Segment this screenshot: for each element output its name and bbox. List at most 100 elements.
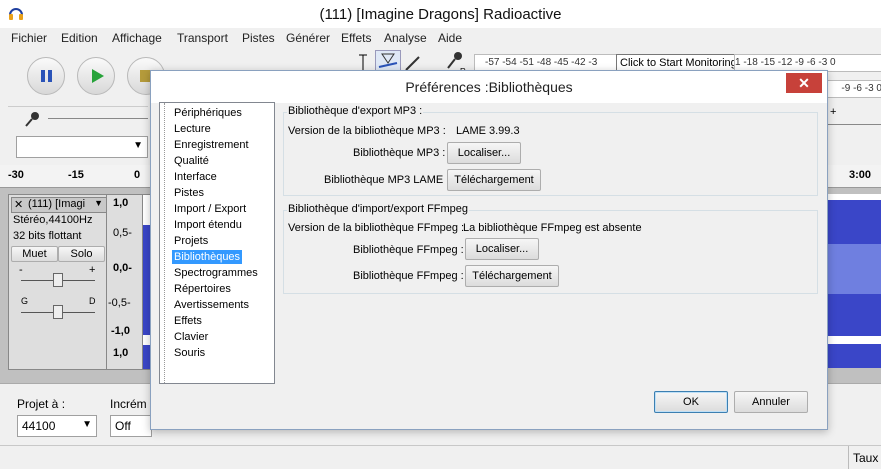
play-icon: [92, 69, 104, 83]
menu-aide[interactable]: Aide: [438, 31, 462, 45]
ok-button[interactable]: OK: [654, 391, 728, 413]
playback-speed-slider[interactable]: [826, 124, 881, 125]
nav-bibliotheques[interactable]: Bibliothèques: [172, 250, 243, 264]
track-control-panel: ✕ (111) [Imagi ▼ Stéréo,44100Hz 32 bits …: [8, 194, 108, 370]
scale-label: -0,5-: [108, 297, 131, 309]
mic-volume-row: [8, 106, 148, 131]
menu-affichage[interactable]: Affichage: [112, 31, 162, 45]
mute-button[interactable]: Muet: [11, 246, 58, 262]
mp3-group-label: Bibliothèque d'export MP3 :: [287, 105, 424, 117]
playback-meter-scale-text: -9 -6 -3 0: [841, 83, 881, 94]
nav-clavier[interactable]: Clavier: [172, 330, 210, 344]
snap-label: Incrém: [110, 397, 147, 411]
ffmpeg-lib-label: Bibliothèque FFmpeg :: [353, 244, 464, 256]
track-bitdepth: 32 bits flottant: [13, 230, 82, 242]
menu-pistes[interactable]: Pistes: [242, 31, 275, 45]
mp3-version-value: LAME 3.99.3: [456, 125, 520, 137]
window-title: (111) [Imagine Dragons] Radioactive: [319, 6, 562, 23]
gain-plus-label: +: [89, 264, 96, 276]
mp3-download-button[interactable]: Téléchargement: [447, 169, 541, 191]
nav-souris[interactable]: Souris: [172, 346, 207, 360]
ffmpeg-group-label: Bibliothèque d'import/export FFmpeg: [287, 203, 470, 215]
pan-right-label: D: [89, 296, 96, 306]
status-divider: [848, 446, 849, 469]
nav-peripheriques[interactable]: Périphériques: [172, 106, 244, 120]
pan-slider-thumb[interactable]: [53, 305, 63, 319]
mic-volume-slider[interactable]: [48, 118, 148, 119]
microphone-icon: [25, 112, 39, 127]
meter-scale-right-text: 1 -18 -15 -12 -9 -6 -3 0: [735, 57, 836, 68]
scale-label: 1,0: [113, 347, 129, 359]
nav-pistes[interactable]: Pistes: [172, 186, 206, 200]
ffmpeg-lib-label-2: Bibliothèque FFmpeg :: [353, 270, 464, 282]
close-icon[interactable]: ✕: [14, 198, 23, 211]
ffmpeg-version-value: La bibliothèque FFmpeg est absente: [463, 222, 642, 234]
nav-import-etendu[interactable]: Import étendu: [172, 218, 244, 232]
gain-slider-thumb[interactable]: [53, 273, 63, 287]
track-name: (111) [Imagi: [28, 198, 86, 210]
project-rate-select[interactable]: 44100 ▼: [17, 415, 97, 437]
nav-projets[interactable]: Projets: [172, 234, 210, 248]
ruler-tick: 3:00: [849, 169, 872, 181]
chevron-down-icon: ▼: [94, 198, 103, 208]
waveform-graphic: [826, 200, 881, 368]
speed-plus-icon: +: [830, 106, 837, 118]
nav-effets[interactable]: Effets: [172, 314, 204, 328]
title-bar: (111) [Imagine Dragons] Radioactive: [0, 0, 881, 28]
nav-enregistrement[interactable]: Enregistrement: [172, 138, 251, 152]
ffmpeg-locate-button[interactable]: Localiser...: [465, 238, 539, 260]
chevron-down-icon: ▼: [82, 419, 92, 430]
pan-left-label: G: [21, 296, 29, 306]
playback-meter-scale[interactable]: -9 -6 -3 0: [820, 80, 881, 98]
menu-edition[interactable]: Edition: [61, 31, 98, 45]
ruler-tick: -15: [68, 169, 84, 181]
ruler-tick: -30: [8, 169, 24, 181]
status-bar: Taux: [0, 445, 881, 469]
scale-label: 1,0: [113, 197, 129, 209]
track-format: Stéréo,44100Hz: [13, 214, 93, 226]
mp3-version-label: Version de la bibliothèque MP3 :: [288, 125, 446, 137]
snap-select[interactable]: Off: [110, 415, 152, 437]
dialog-title-bar: Préférences :Bibliothèques ✕: [151, 71, 827, 103]
play-button[interactable]: [77, 57, 115, 95]
dialog-title: Préférences :Bibliothèques: [405, 79, 573, 95]
preferences-nav-tree: Périphériques Lecture Enregistrement Qua…: [159, 102, 275, 384]
host-select[interactable]: ▼: [16, 136, 148, 158]
menu-bar: Fichier Edition Affichage Transport Pist…: [0, 28, 881, 49]
menu-fichier[interactable]: Fichier: [11, 31, 47, 45]
gain-minus-label: -: [19, 264, 23, 276]
preferences-dialog: Préférences :Bibliothèques ✕ Périphériqu…: [150, 70, 828, 430]
scale-label: 0,5-: [113, 227, 132, 239]
mp3-lame-label: Bibliothèque MP3 LAME :: [324, 174, 450, 186]
menu-effets[interactable]: Effets: [341, 31, 371, 45]
menu-transport[interactable]: Transport: [177, 31, 228, 45]
pause-button[interactable]: [27, 57, 65, 95]
nav-avertissements[interactable]: Avertissements: [172, 298, 251, 312]
chevron-down-icon: ▼: [133, 140, 143, 151]
vertical-scale: 1,0 0,5- 0,0- -0,5- -1,0 1,0: [106, 194, 144, 370]
status-rate: Taux: [853, 451, 879, 465]
nav-lecture[interactable]: Lecture: [172, 122, 213, 136]
ffmpeg-download-button[interactable]: Téléchargement: [465, 265, 559, 287]
solo-button[interactable]: Solo: [58, 246, 105, 262]
tree-line: [164, 103, 166, 383]
nav-qualite[interactable]: Qualité: [172, 154, 211, 168]
scale-label: 0,0-: [113, 262, 132, 274]
meter-scale-text: -57 -54 -51 -48 -45 -42 -3: [485, 57, 598, 68]
scale-label: -1,0: [111, 325, 130, 337]
nav-spectrogrammes[interactable]: Spectrogrammes: [172, 266, 260, 280]
cancel-button[interactable]: Annuler: [734, 391, 808, 413]
nav-repertoires[interactable]: Répertoires: [172, 282, 233, 296]
waveform-right[interactable]: [826, 194, 881, 368]
menu-analyse[interactable]: Analyse: [384, 31, 427, 45]
nav-import-export[interactable]: Import / Export: [172, 202, 248, 216]
menu-generer[interactable]: Générer: [286, 31, 330, 45]
ffmpeg-version-label: Version de la bibliothèque FFmpeg :: [288, 222, 465, 234]
track-name-menu[interactable]: ✕ (111) [Imagi ▼: [11, 197, 107, 213]
close-button[interactable]: ✕: [786, 73, 822, 93]
mp3-lib-label: Bibliothèque MP3 :: [353, 147, 446, 159]
mp3-locate-button[interactable]: Localiser...: [447, 142, 521, 164]
ruler-tick: 0: [134, 169, 141, 181]
nav-interface[interactable]: Interface: [172, 170, 219, 184]
snap-value: Off: [115, 419, 131, 433]
